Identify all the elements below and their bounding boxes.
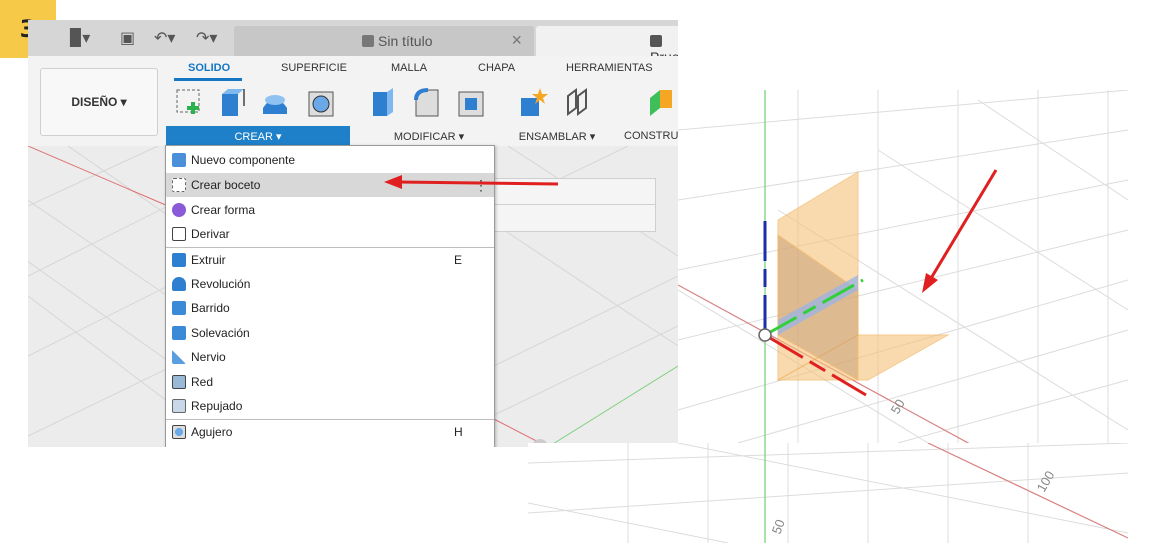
annotation-arrow-left [384, 175, 559, 189]
grid-label-100: 100 [1034, 468, 1058, 494]
grid-label-50-lower: 50 [769, 517, 788, 536]
grid-label-50: 50 [888, 396, 908, 416]
fusion-app-window: ▉▾ ▣ ↶▾ ↷▾ Sin título × Prue DISEÑO ▾ SO… [28, 20, 678, 447]
origin-planes-view-lower: 100 50 [528, 443, 1128, 543]
grid-3d-view: 50 [678, 90, 1128, 443]
grid-3d-view-lower: 100 50 [528, 443, 1128, 543]
origin-planes-view[interactable]: 50 [678, 90, 1128, 443]
